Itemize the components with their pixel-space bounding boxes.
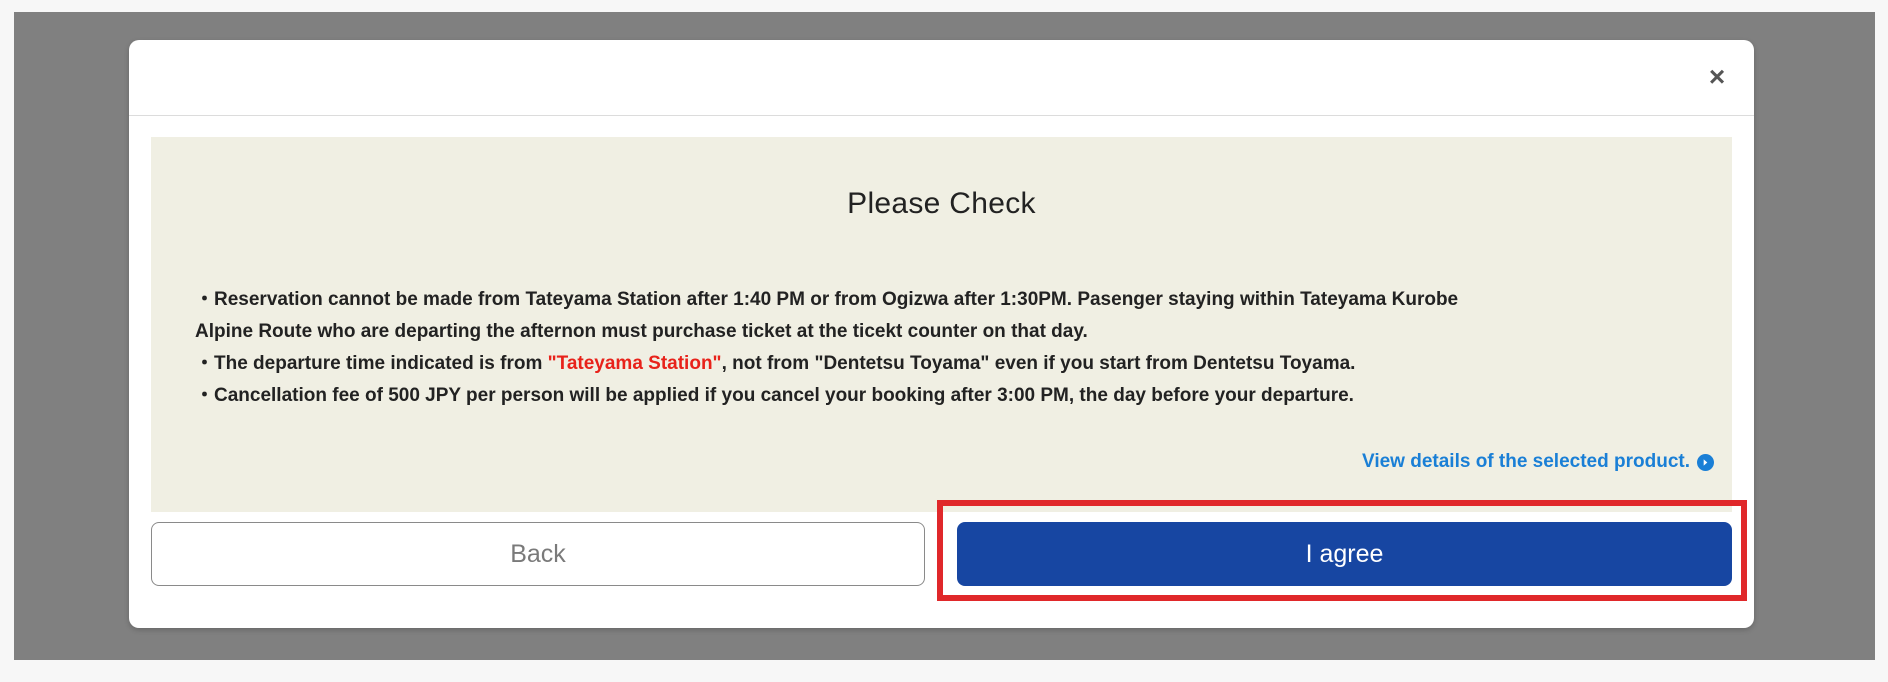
notice-line-1: ・Reservation cannot be made from Tateyam… (195, 289, 1459, 310)
page-background: × Please Check ・Reservation cannot be ma… (0, 0, 1888, 682)
agree-button[interactable]: I agree (957, 522, 1732, 586)
highlighted-station-name: "Tateyama Station" (547, 353, 722, 374)
notice-list: ・Reservation cannot be made from Tateyam… (195, 284, 1695, 412)
close-icon: × (1708, 61, 1726, 92)
notice-panel: Please Check ・Reservation cannot be made… (151, 137, 1732, 512)
view-details-link[interactable]: View details of the selected product. (1362, 451, 1714, 473)
back-button[interactable]: Back (151, 522, 925, 586)
notice-line-4: ・Cancellation fee of 500 JPY per person … (195, 385, 1354, 406)
circle-arrow-right-icon (1697, 453, 1714, 471)
modal-header: × (129, 40, 1754, 116)
close-button[interactable]: × (1702, 62, 1732, 92)
notice-line-2: Alpine Route who are departing the after… (195, 321, 1088, 342)
modal-title: Please Check (847, 187, 1036, 220)
confirmation-modal: × Please Check ・Reservation cannot be ma… (129, 40, 1754, 628)
notice-line-3: ・The departure time indicated is from "T… (195, 348, 1695, 380)
notice-line-3-prefix: ・The departure time indicated is from (195, 353, 548, 374)
view-details-link-label: View details of the selected product. (1361, 451, 1690, 472)
notice-line-3-suffix: , not from "Dentetsu Toyama" even if you… (721, 353, 1356, 374)
